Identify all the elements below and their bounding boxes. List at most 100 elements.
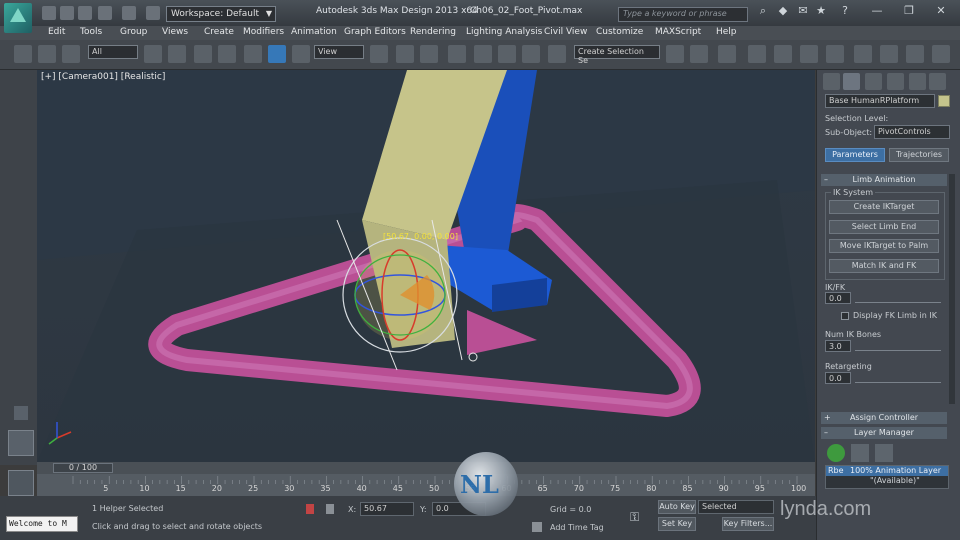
layer-edit-icon[interactable]: [851, 444, 869, 462]
move-iktarget-button[interactable]: Move IKTarget to Palm: [829, 239, 939, 253]
layer-manager-rollout[interactable]: – Layer Manager: [821, 427, 947, 439]
select-and-scale-icon[interactable]: [292, 45, 310, 63]
viewport-layout-button-2[interactable]: [8, 470, 34, 496]
display-tab-icon[interactable]: [909, 73, 926, 90]
menu-create[interactable]: Create: [204, 27, 234, 37]
selection-filter-dropdown[interactable]: All: [88, 45, 138, 59]
maxscript-listener[interactable]: Welcome to M: [6, 516, 78, 532]
render-production-icon[interactable]: [906, 45, 924, 63]
scene-explorer-icon[interactable]: [718, 45, 736, 63]
key-filters-button[interactable]: Key Filters...: [722, 517, 774, 531]
menu-lighting-analysis[interactable]: Lighting Analysis: [466, 27, 542, 37]
select-and-rotate-icon[interactable]: [268, 45, 286, 63]
set-key-mode-icon[interactable]: ⚿: [630, 510, 652, 524]
num-ik-bones-field[interactable]: 3.0: [825, 340, 851, 352]
display-fk-checkbox[interactable]: [841, 312, 849, 320]
menu-modifiers[interactable]: Modifiers: [243, 27, 284, 37]
num-ik-bones-slider[interactable]: [855, 343, 941, 351]
save-file-icon[interactable]: [78, 6, 92, 20]
layer-list[interactable]: Rbe 100% Animation Layer "(Available)": [825, 465, 949, 489]
hierarchy-tab-icon[interactable]: [865, 73, 882, 90]
create-tab-icon[interactable]: [823, 73, 840, 90]
search-input[interactable]: Type a keyword or phrase: [618, 7, 748, 22]
menu-animation[interactable]: Animation: [291, 27, 337, 37]
keyboard-shortcut-override-icon[interactable]: [420, 45, 438, 63]
open-file-icon[interactable]: [60, 6, 74, 20]
new-file-icon[interactable]: [42, 6, 56, 20]
ikfk-value-field[interactable]: 0.0: [825, 292, 851, 304]
communication-icon[interactable]: ✉: [796, 4, 810, 18]
select-and-link-icon[interactable]: [14, 45, 32, 63]
layer-manager-icon[interactable]: [748, 45, 766, 63]
minimize-icon[interactable]: —: [870, 4, 884, 18]
align-icon[interactable]: [690, 45, 708, 63]
snaps-toggle-icon[interactable]: [448, 45, 466, 63]
trajectories-tab-button[interactable]: Trajectories: [889, 148, 949, 162]
limb-animation-rollout[interactable]: – Limb Animation: [821, 174, 947, 186]
application-menu-button[interactable]: [4, 3, 32, 33]
camera-viewport[interactable]: [+] [Camera001] [Realistic] [50.67, 0.00…: [37, 70, 815, 462]
unlink-icon[interactable]: [38, 45, 56, 63]
modify-tab-icon[interactable]: [843, 73, 860, 90]
project-folder-icon[interactable]: [146, 6, 160, 20]
menu-views[interactable]: Views: [162, 27, 188, 37]
binoculars-icon[interactable]: ⌕: [756, 4, 770, 18]
angle-snap-icon[interactable]: [474, 45, 492, 63]
ikfk-slider[interactable]: [855, 295, 941, 303]
viewport-scene[interactable]: [37, 70, 815, 462]
render-setup-icon[interactable]: [854, 45, 872, 63]
layer-play-icon[interactable]: [827, 444, 845, 462]
auto-key-button[interactable]: Auto Key: [658, 500, 696, 514]
render-teapot-icon[interactable]: [932, 45, 950, 63]
lock-selection-icon[interactable]: [306, 504, 314, 514]
percent-snap-icon[interactable]: [498, 45, 516, 63]
viewport-label[interactable]: [+] [Camera001] [Realistic]: [41, 72, 165, 82]
track-bar[interactable]: 5101520253035404550556065707580859095100: [37, 474, 815, 496]
retargeting-slider[interactable]: [855, 375, 941, 383]
pivot-center-icon[interactable]: [370, 45, 388, 63]
menu-group[interactable]: Group: [120, 27, 147, 37]
curve-editor-icon[interactable]: [774, 45, 792, 63]
menu-graph-editors[interactable]: Graph Editors: [344, 27, 406, 37]
create-iktarget-button[interactable]: Create IKTarget: [829, 200, 939, 214]
play-triangle-icon[interactable]: [14, 406, 28, 420]
assign-controller-rollout[interactable]: + Assign Controller: [821, 412, 947, 424]
select-object-icon[interactable]: [144, 45, 162, 63]
object-color-swatch[interactable]: [938, 95, 950, 107]
schematic-view-icon[interactable]: [800, 45, 818, 63]
rectangular-selection-icon[interactable]: [194, 45, 212, 63]
menu-customize[interactable]: Customize: [596, 27, 643, 37]
menu-civil-view[interactable]: Civil View: [544, 27, 587, 37]
key-selection-dropdown[interactable]: Selected: [698, 500, 774, 514]
layer-list-icon[interactable]: [875, 444, 893, 462]
set-key-button[interactable]: Set Key: [658, 517, 696, 531]
command-panel-scrollbar[interactable]: [949, 174, 955, 404]
motion-tab-icon[interactable]: [887, 73, 904, 90]
redo-icon[interactable]: [122, 6, 136, 20]
object-name-field[interactable]: Base HumanRPlatform: [825, 94, 935, 108]
match-ik-fk-button[interactable]: Match IK and FK: [829, 259, 939, 273]
select-limb-end-button[interactable]: Select Limb End: [829, 220, 939, 234]
select-and-manipulate-icon[interactable]: [396, 45, 414, 63]
menu-help[interactable]: Help: [716, 27, 737, 37]
material-editor-icon[interactable]: [826, 45, 844, 63]
menu-edit[interactable]: Edit: [48, 27, 65, 37]
select-by-name-icon[interactable]: [168, 45, 186, 63]
x-coordinate-field[interactable]: 50.67: [360, 502, 414, 516]
undo-icon[interactable]: [98, 6, 112, 20]
add-time-tag[interactable]: Add Time Tag: [550, 523, 604, 532]
window-crossing-icon[interactable]: [218, 45, 236, 63]
utilities-tab-icon[interactable]: [929, 73, 946, 90]
named-selection-dropdown[interactable]: Create Selection Se: [574, 45, 660, 65]
time-slider-thumb[interactable]: 0 / 100: [53, 463, 113, 473]
close-icon[interactable]: ✕: [934, 4, 948, 18]
restore-icon[interactable]: ❐: [902, 4, 916, 18]
rendered-frame-window-icon[interactable]: [880, 45, 898, 63]
viewport-layout-button-1[interactable]: [8, 430, 34, 456]
subscription-icon[interactable]: ◆: [776, 4, 790, 18]
reference-coordinate-dropdown[interactable]: View: [314, 45, 364, 59]
time-slider[interactable]: 0 / 100: [37, 462, 815, 474]
menu-rendering[interactable]: Rendering: [410, 27, 456, 37]
mirror-icon[interactable]: [666, 45, 684, 63]
parameters-tab-button[interactable]: Parameters: [825, 148, 885, 162]
